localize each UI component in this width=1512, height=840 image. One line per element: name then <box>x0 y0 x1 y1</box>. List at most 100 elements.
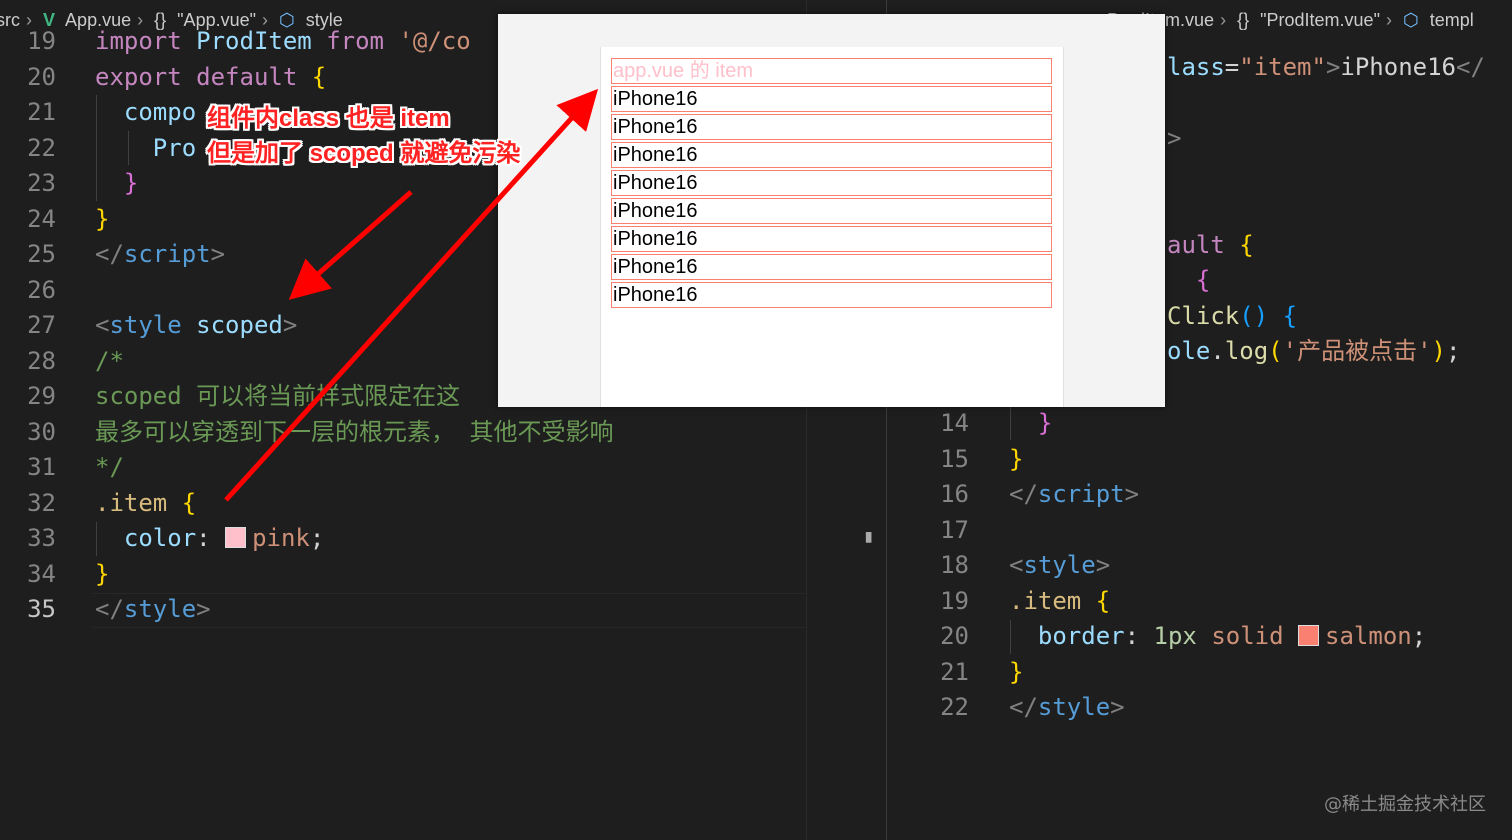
code-token: script <box>1037 480 1125 508</box>
code-text: } <box>1009 655 1023 691</box>
code-token: '产品被点击' <box>1282 337 1432 365</box>
code-line[interactable]: 22 </style> <box>887 690 1512 726</box>
code-text: .item { <box>95 486 196 522</box>
line-number: 22 <box>940 693 969 721</box>
code-token: style <box>109 311 182 339</box>
code-token: > <box>1110 693 1125 721</box>
code-token: } <box>1009 444 1024 473</box>
line-number: 15 <box>940 444 969 473</box>
code-text: .item { <box>1009 584 1110 620</box>
code-token: ; <box>309 524 325 552</box>
watermark: @稀土掘金技术社区 <box>1324 794 1486 815</box>
code-token: scoped <box>196 311 283 339</box>
code-line[interactable]: 19 .item { <box>887 584 1512 620</box>
code-token: Pro <box>152 133 197 162</box>
code-token: style <box>1037 693 1111 721</box>
scroll-marker-icon[interactable]: ▘ <box>866 535 880 553</box>
line-number: 32 <box>27 488 56 517</box>
browser-preview-window[interactable]: app.vue 的 item iPhone16 iPhone16 iPhone1… <box>498 14 1165 407</box>
code-text: </style> <box>1009 690 1125 726</box>
code-text: 最多可以穿透到下一层的根元素， 其他不受影响 <box>95 415 613 451</box>
code-token: } <box>95 204 110 233</box>
code-token: > <box>196 595 211 623</box>
code-token: from <box>326 27 384 55</box>
code-token: export <box>95 62 182 91</box>
color-swatch[interactable] <box>1298 625 1320 646</box>
code-text: color: pink; <box>95 521 324 557</box>
code-line[interactable]: 30 最多可以穿透到下一层的根元素， 其他不受影响 <box>0 415 806 451</box>
preview-item: iPhone16 <box>611 198 1052 224</box>
code-token: . <box>1210 337 1225 365</box>
code-text: </script> <box>1009 477 1139 513</box>
indent-guide <box>1010 406 1011 440</box>
annotation-text: 但是加了 scoped 就避免污染 <box>207 140 521 167</box>
code-line[interactable]: 15} <box>887 442 1512 478</box>
code-token: > <box>1095 551 1111 579</box>
code-line-fragment[interactable]: > <box>1167 121 1181 157</box>
right-breadcrumb: ProdItem.vue› {} "ProdItem.vue"› ⬡ templ <box>1107 0 1512 40</box>
code-token: } <box>123 169 139 197</box>
breadcrumb-section[interactable]: templ <box>1430 10 1474 30</box>
code-line[interactable]: 14 } <box>887 406 1512 442</box>
code-token: style <box>123 595 197 623</box>
code-line-fragment[interactable]: ole.log('产品被点击'); <box>1167 334 1460 370</box>
code-line[interactable]: 21} <box>887 655 1512 691</box>
code-line[interactable]: 31 */ <box>0 450 806 486</box>
code-token: } <box>1009 657 1024 686</box>
code-token: border <box>1037 622 1125 650</box>
code-token: > <box>210 240 226 268</box>
code-line-fragment[interactable]: lass="item">iPhone16</ <box>1167 50 1485 86</box>
breadcrumb-component[interactable]: "ProdItem.vue" <box>1260 10 1380 30</box>
code-text: Pro <box>95 131 196 167</box>
code-line[interactable]: 16 </script> <box>887 477 1512 513</box>
code-line[interactable]: 35 </style> <box>0 592 806 628</box>
code-token: color <box>123 524 197 552</box>
line-number: 16 <box>940 480 969 508</box>
code-token: ole <box>1167 337 1211 365</box>
code-text: import ProdItem from '@/co <box>95 24 471 60</box>
code-line[interactable]: 33 color: pink; <box>0 521 806 557</box>
code-token: */ <box>95 453 124 481</box>
code-token: scoped 可以将当前样式限定在这 <box>95 382 461 410</box>
code-line-fragment[interactable]: ault { <box>1167 228 1254 264</box>
code-token: : <box>196 524 226 552</box>
line-number: 26 <box>27 275 56 304</box>
code-line[interactable]: 17 <box>887 513 1512 549</box>
code-line[interactable]: 20 border: 1px solid salmon; <box>887 619 1512 655</box>
code-token: "item" <box>1239 53 1326 81</box>
code-token: = <box>1224 53 1240 81</box>
code-text: } <box>1009 442 1023 478</box>
code-token: default <box>196 62 298 91</box>
line-number: 17 <box>940 515 969 544</box>
code-token: log <box>1224 337 1269 365</box>
code-line[interactable]: 32 .item { <box>0 486 806 522</box>
code-line-fragment[interactable]: { <box>1167 263 1210 299</box>
color-swatch[interactable] <box>225 527 247 548</box>
code-text: compo <box>95 95 196 131</box>
code-text: /* <box>95 344 124 380</box>
code-token: > <box>1167 124 1182 152</box>
code-token: .item <box>95 488 168 517</box>
code-line[interactable]: 34} <box>0 557 806 593</box>
code-token: '@/co <box>398 27 471 55</box>
code-token: ) <box>1431 337 1446 365</box>
code-token: lass <box>1167 53 1225 81</box>
code-line-fragment[interactable]: Click() { <box>1167 299 1297 335</box>
code-token: </ <box>95 240 124 268</box>
line-number: 24 <box>27 204 56 233</box>
code-line[interactable]: 18 <style> <box>887 548 1512 584</box>
code-token: > <box>282 311 298 339</box>
annotation-text: 组件内class 也是 item <box>207 105 450 132</box>
